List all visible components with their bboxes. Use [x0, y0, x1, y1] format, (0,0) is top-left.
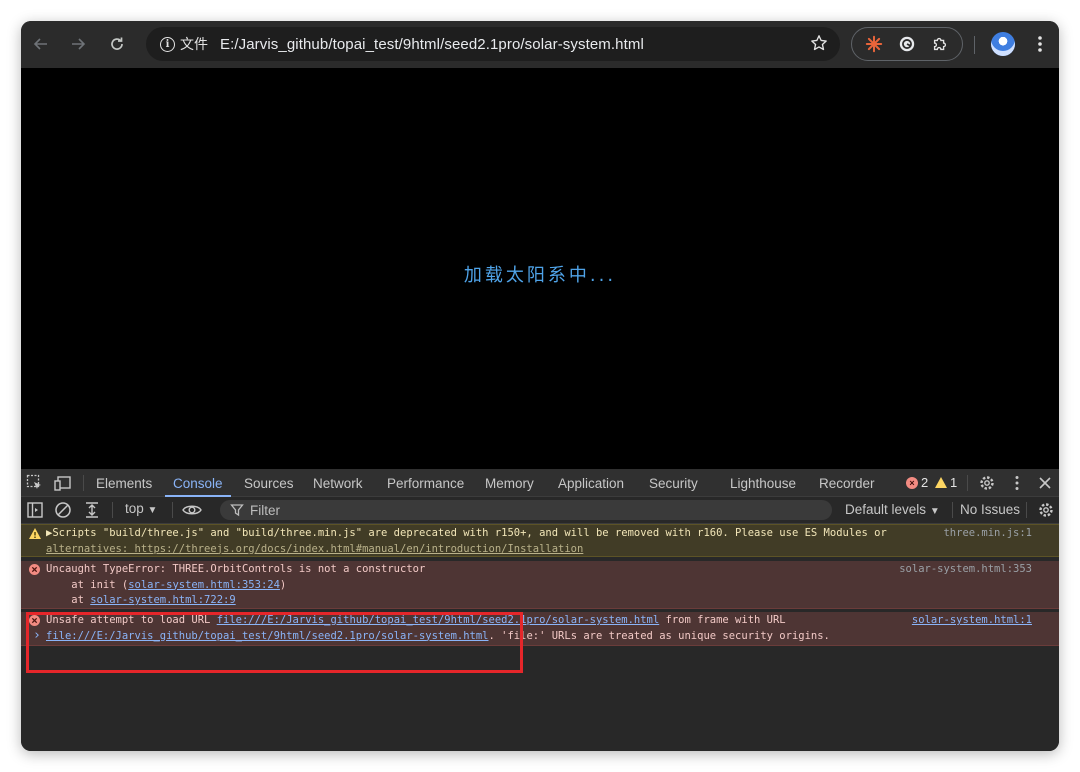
tab-elements[interactable]: Elements — [96, 469, 152, 496]
reload-button[interactable] — [103, 30, 131, 58]
chatgpt-extension-icon[interactable] — [896, 33, 918, 55]
settings-gear-icon[interactable] — [977, 473, 997, 493]
log-levels-dropdown[interactable]: Default levels ▼ — [845, 502, 940, 517]
error-url-link[interactable]: file:///E:/Jarvis_github/topai_test/9htm… — [217, 614, 660, 626]
console-warning-message[interactable]: ▶Scripts "build/three.js" and "build/thr… — [21, 524, 1059, 557]
dropdown-caret-icon: ▼ — [147, 505, 158, 516]
toolbar-divider — [112, 502, 113, 518]
tab-recorder[interactable]: Recorder — [819, 469, 875, 496]
dropdown-caret-icon: ▼ — [929, 506, 940, 517]
eye-icon[interactable] — [181, 500, 202, 520]
error-line-2: file:///E:/Jarvis_github/topai_test/9htm… — [21, 629, 1059, 645]
log-levels-label: Default levels — [845, 502, 927, 517]
console-output: ▶Scripts "build/three.js" and "build/thr… — [21, 524, 1059, 751]
console-toolbar: top ▼ Filter Default levels ▼ No Issues — [21, 497, 1059, 524]
devtools-menu-icon[interactable] — [1007, 473, 1027, 493]
stack-frame-anon: at solar-system.html:722:9 — [46, 593, 1059, 609]
stack-frame-init: at init (solar-system.html:353:24) — [46, 578, 1059, 594]
reload-icon — [111, 37, 123, 50]
toolbar-divider — [172, 502, 173, 518]
stack-prefix: at — [46, 594, 91, 606]
extensions-group — [851, 27, 963, 61]
error-text: from frame with URL — [659, 614, 786, 626]
warning-count: 1 — [950, 475, 958, 490]
error-url-link[interactable]: file:///E:/Jarvis_github/topai_test/9htm… — [46, 630, 489, 642]
console-error-message[interactable]: Uncaught TypeError: THREE.OrbitControls … — [21, 561, 1059, 609]
warning-icon — [29, 528, 41, 545]
browser-window: i 文件 E:/Jarvis_github/topai_test/9html/s… — [21, 21, 1059, 751]
stack-suffix: ) — [279, 578, 287, 591]
tab-bar-divider — [83, 475, 84, 491]
site-chip-label: 文件 — [180, 36, 208, 52]
devtools-tab-bar: Elements Console Sources Network Perform… — [21, 469, 1059, 497]
info-icon: i — [160, 36, 175, 52]
warning-icon — [935, 477, 947, 488]
warning-text: ▶Scripts "build/three.js" and "build/thr… — [46, 527, 887, 539]
context-selector[interactable]: top ▼ — [125, 501, 157, 516]
site-info-chip[interactable]: i 文件 — [154, 31, 214, 57]
create-live-expression-icon[interactable] — [82, 500, 102, 520]
device-toolbar-icon[interactable] — [53, 473, 73, 493]
tab-memory[interactable]: Memory — [485, 469, 534, 496]
claude-extension-icon[interactable] — [863, 33, 885, 55]
warning-count-badge[interactable]: 1 — [935, 475, 957, 490]
console-error-message[interactable]: Unsafe attempt to load URL file:///E:/Ja… — [21, 612, 1059, 646]
arrow-left-icon — [33, 38, 47, 50]
tab-lighthouse[interactable]: Lighthouse — [730, 469, 796, 496]
extensions-puzzle-icon[interactable] — [929, 33, 951, 55]
stack-link[interactable]: solar-system.html:353:24 — [128, 579, 280, 591]
console-filter-input[interactable]: Filter — [220, 500, 832, 520]
back-button[interactable] — [27, 30, 55, 58]
profile-avatar[interactable] — [991, 32, 1015, 56]
devtools-panel: Elements Console Sources Network Perform… — [21, 469, 1059, 751]
tab-application[interactable]: Application — [558, 469, 624, 496]
bookmark-star-icon[interactable] — [810, 34, 828, 57]
more-menu-icon[interactable] — [1031, 33, 1049, 60]
forward-button[interactable] — [64, 30, 92, 58]
context-label: top — [125, 501, 144, 516]
filter-funnel-icon — [230, 504, 244, 517]
page-viewport: 加载太阳系中... — [21, 68, 1059, 469]
inspect-element-icon[interactable] — [25, 473, 45, 493]
error-line-1: Unsafe attempt to load URL file:///E:/Ja… — [46, 613, 1059, 629]
toolbar-divider — [1026, 502, 1027, 518]
address-bar[interactable]: i 文件 E:/Jarvis_github/topai_test/9html/s… — [146, 27, 840, 61]
tab-network[interactable]: Network — [313, 469, 363, 496]
error-icon — [29, 564, 40, 581]
console-prompt[interactable]: › — [33, 628, 41, 643]
arrow-right-icon — [72, 38, 86, 50]
error-text: Unsafe attempt to load URL — [46, 614, 217, 626]
error-source[interactable]: solar-system.html:353 — [899, 562, 1032, 578]
toolbar-divider — [952, 502, 953, 518]
stack-prefix: at init ( — [46, 578, 129, 591]
error-source[interactable]: solar-system.html:1 — [912, 613, 1032, 629]
url-text[interactable]: E:/Jarvis_github/topai_test/9html/seed2.… — [220, 36, 644, 53]
filter-placeholder: Filter — [250, 502, 280, 518]
error-icon: × — [906, 476, 918, 489]
clear-console-icon[interactable] — [53, 500, 73, 520]
console-settings-gear-icon[interactable] — [1036, 500, 1056, 520]
error-count-badge[interactable]: × 2 — [906, 475, 928, 490]
toolbar-divider — [974, 36, 975, 54]
error-text: . 'file:' URLs are treated as unique sec… — [488, 629, 830, 642]
loading-text: 加载太阳系中... — [463, 265, 617, 286]
sidebar-toggle-icon[interactable] — [25, 500, 45, 520]
stack-link[interactable]: solar-system.html:722:9 — [90, 594, 235, 606]
tab-sources[interactable]: Sources — [244, 469, 294, 496]
browser-toolbar: i 文件 E:/Jarvis_github/topai_test/9html/s… — [21, 21, 1059, 68]
warning-source[interactable]: three.min.js:1 — [943, 526, 1032, 542]
tab-console[interactable]: Console — [165, 469, 230, 497]
tab-bar-divider — [967, 475, 968, 491]
warning-link[interactable]: alternatives: https://threejs.org/docs/i… — [46, 542, 1059, 557]
error-count: 2 — [921, 475, 929, 490]
close-devtools-icon[interactable] — [1035, 473, 1055, 493]
issues-button[interactable]: No Issues — [960, 502, 1020, 517]
tab-security[interactable]: Security — [649, 469, 698, 496]
tab-performance[interactable]: Performance — [387, 469, 464, 496]
